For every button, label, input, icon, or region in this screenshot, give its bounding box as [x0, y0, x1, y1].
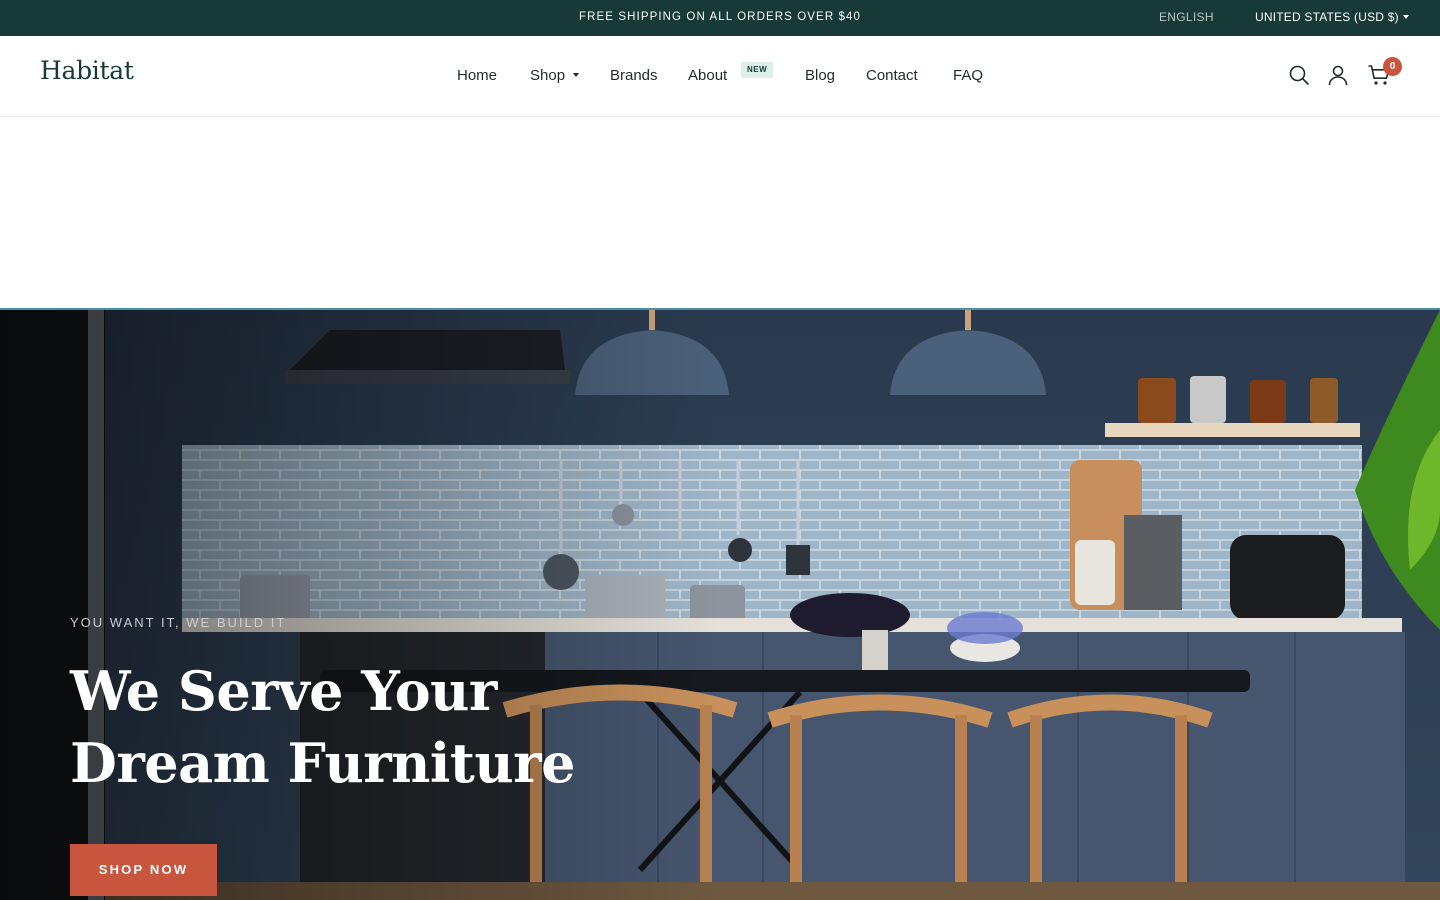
nav-item-blog[interactable]: Blog — [805, 66, 835, 86]
nav-item-about[interactable]: About — [688, 66, 727, 86]
hero-eyebrow: YOU WANT IT, WE BUILD IT — [70, 615, 287, 630]
headline-line-1: We Serve Your — [70, 659, 497, 723]
nav-item-brands[interactable]: Brands — [610, 66, 658, 86]
cart-count-badge: 0 — [1383, 57, 1402, 76]
nav-item-label: Shop — [530, 67, 566, 84]
chevron-down-icon — [1402, 15, 1409, 19]
hero-banner: YOU WANT IT, WE BUILD IT We Serve Your D… — [0, 310, 1440, 900]
logo[interactable]: Habitat — [40, 56, 134, 85]
hero-headline: We Serve Your Dream Furniture — [70, 655, 710, 799]
country-label: UNITED STATES (USD $) — [1255, 10, 1399, 24]
shop-now-button[interactable]: SHOP NOW — [70, 844, 217, 896]
hero-image — [0, 310, 1440, 900]
blank-section — [0, 117, 1440, 309]
site-header: Habitat Home Shop Brands About NEW Blog … — [0, 36, 1440, 117]
new-badge: NEW — [741, 62, 774, 78]
nav-item-faq[interactable]: FAQ — [953, 66, 983, 86]
announcement-bar: FREE SHIPPING ON ALL ORDERS OVER $40 ENG… — [0, 0, 1440, 36]
nav-item-shop[interactable]: Shop — [530, 66, 580, 86]
account-icon[interactable] — [1326, 63, 1350, 87]
headline-line-2: Dream Furniture — [70, 731, 575, 795]
nav-item-contact[interactable]: Contact — [866, 66, 918, 86]
country-selector[interactable]: UNITED STATES (USD $) — [1255, 0, 1409, 34]
language-selector[interactable]: ENGLISH — [1159, 0, 1214, 34]
search-icon[interactable] — [1287, 63, 1311, 87]
chevron-down-icon — [573, 73, 580, 77]
nav-item-home[interactable]: Home — [457, 66, 497, 86]
announcement-text: FREE SHIPPING ON ALL ORDERS OVER $40 — [578, 11, 862, 23]
